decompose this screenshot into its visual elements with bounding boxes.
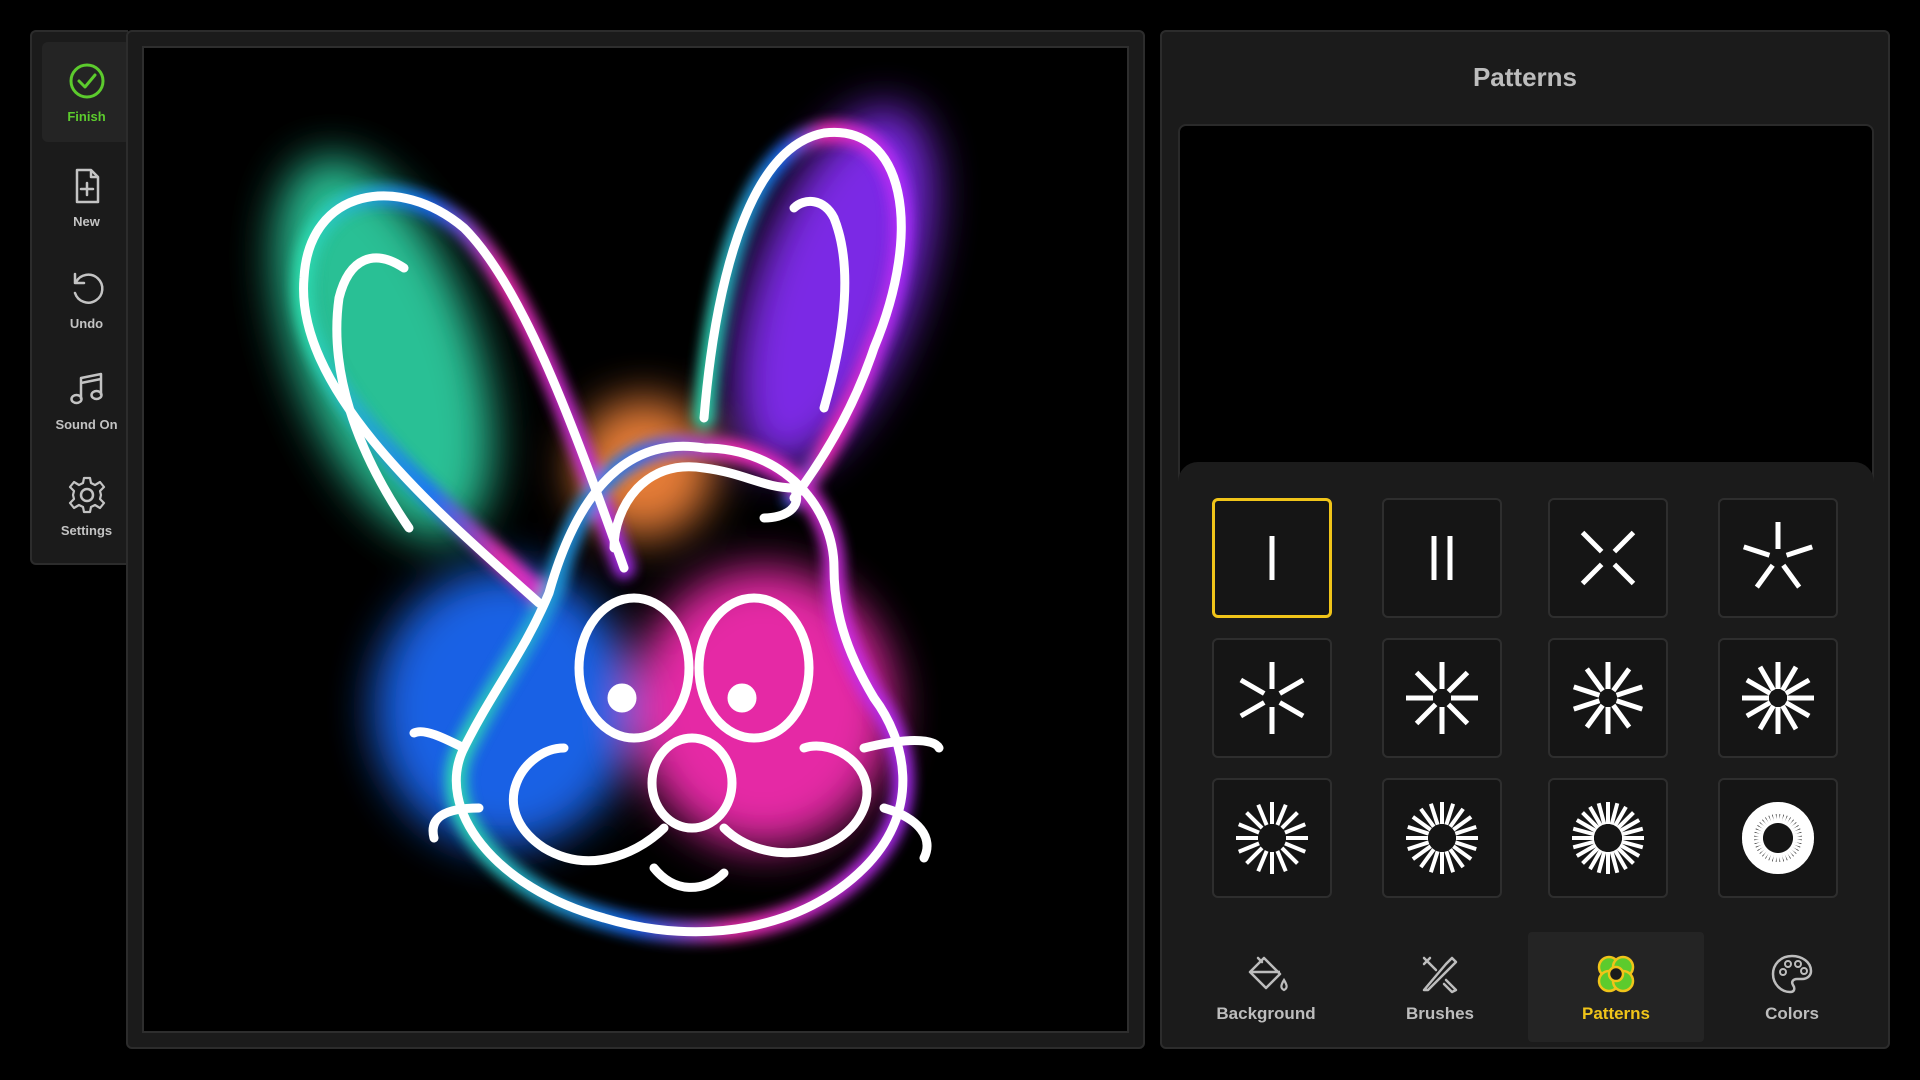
pattern-40-rays[interactable] xyxy=(1718,778,1838,898)
pattern-ray xyxy=(1580,530,1604,554)
undo-button[interactable]: Undo xyxy=(42,249,131,349)
pattern-sheet xyxy=(1178,462,1874,944)
new-label: New xyxy=(73,213,100,229)
pattern-ray xyxy=(1611,703,1632,729)
pattern-4-rays[interactable] xyxy=(1548,498,1668,618)
tab-patterns-label: Patterns xyxy=(1581,1004,1651,1023)
pattern-ray xyxy=(1280,846,1299,865)
tab-background[interactable]: Background xyxy=(1178,932,1354,1042)
settings-button[interactable]: Settings xyxy=(42,456,131,556)
pattern-ray xyxy=(1256,803,1269,826)
pattern-ray xyxy=(1275,803,1288,826)
tab-colors[interactable]: Colors xyxy=(1704,932,1880,1042)
pattern-40-rays-icon xyxy=(1742,802,1814,874)
tab-patterns[interactable]: Patterns xyxy=(1528,932,1704,1042)
pattern-ray xyxy=(1245,846,1264,865)
tab-brushes[interactable]: Brushes xyxy=(1352,932,1528,1042)
pattern-10-rays-icon xyxy=(1572,662,1644,734)
pattern-ray xyxy=(1239,677,1266,696)
pattern-ray xyxy=(1615,684,1644,698)
pattern-5-rays-icon xyxy=(1742,522,1814,589)
canvas-frame xyxy=(126,30,1145,1049)
neon-rabbit-drawing xyxy=(275,107,944,943)
pattern-ray xyxy=(1572,684,1601,698)
pattern-ray xyxy=(1239,700,1266,719)
pattern-ray xyxy=(1278,677,1305,696)
pattern-16-rays[interactable] xyxy=(1212,778,1332,898)
pattern-ray xyxy=(1446,702,1470,726)
pattern-10-rays[interactable] xyxy=(1548,638,1668,758)
pattern-6-rays[interactable] xyxy=(1212,638,1332,758)
pattern-12-rays-icon xyxy=(1742,662,1814,734)
pattern-12-rays[interactable] xyxy=(1718,638,1838,758)
flower-pattern-icon xyxy=(1597,955,1635,993)
pattern-ray xyxy=(1280,811,1299,830)
finish-label: Finish xyxy=(67,108,106,124)
music-note-icon xyxy=(69,372,103,404)
brushes-icon xyxy=(1422,956,1458,994)
gear-icon xyxy=(68,476,105,513)
pattern-ray xyxy=(1275,850,1288,873)
sound-toggle-button[interactable]: Sound On xyxy=(42,350,131,450)
pattern-ray xyxy=(1414,702,1438,726)
tab-colors-label: Colors xyxy=(1765,1004,1819,1023)
pattern-8-rays[interactable] xyxy=(1382,638,1502,758)
pattern-ray xyxy=(1237,822,1260,835)
pattern-2-rays-icon xyxy=(1431,536,1453,580)
tab-background-label: Background xyxy=(1216,1004,1316,1023)
pattern-ray xyxy=(1584,703,1605,729)
pattern-ray xyxy=(1612,530,1636,554)
pattern-ray xyxy=(1284,822,1307,835)
pattern-24-rays[interactable] xyxy=(1548,778,1668,898)
pattern-20-rays[interactable] xyxy=(1382,778,1502,898)
pattern-ray xyxy=(1256,850,1269,873)
pattern-ray xyxy=(1611,667,1632,693)
pattern-4-rays-icon xyxy=(1580,530,1636,586)
pattern-ray xyxy=(1580,562,1604,586)
pattern-20-rays-icon xyxy=(1406,802,1478,874)
undo-icon xyxy=(73,272,104,304)
tab-brushes-label: Brushes xyxy=(1405,1004,1475,1023)
panel-title: Patterns xyxy=(1472,62,1578,92)
drawing-canvas[interactable] xyxy=(142,46,1129,1033)
pattern-6-rays-icon xyxy=(1239,662,1305,734)
bottom-tabbar: Background Brushes Patterns Colors xyxy=(1178,932,1874,1044)
pattern-16-rays-icon xyxy=(1236,802,1308,874)
pattern-5-rays[interactable] xyxy=(1718,498,1838,618)
left-toolbar: Finish New Undo Sound On Settings xyxy=(30,30,131,565)
check-circle-icon xyxy=(69,63,104,98)
pattern-1-ray[interactable] xyxy=(1212,498,1332,618)
pattern-ray xyxy=(1278,700,1305,719)
pattern-ray xyxy=(1781,563,1802,589)
paint-bucket-icon xyxy=(1248,956,1288,992)
pattern-ray xyxy=(1572,698,1601,712)
sound-label: Sound On xyxy=(55,416,118,432)
new-button[interactable]: New xyxy=(42,147,131,247)
pattern-ray xyxy=(1414,670,1438,694)
new-file-icon xyxy=(75,168,99,203)
pattern-2-rays[interactable] xyxy=(1382,498,1502,618)
pattern-ray xyxy=(1612,562,1636,586)
pattern-ray xyxy=(1742,544,1771,558)
finish-button[interactable]: Finish xyxy=(42,42,131,142)
pattern-24-rays-icon xyxy=(1572,802,1644,874)
palette-icon xyxy=(1771,954,1813,994)
pattern-ray xyxy=(1754,563,1775,589)
settings-label: Settings xyxy=(60,522,113,538)
pattern-ray xyxy=(1284,841,1307,854)
pattern-ray xyxy=(1785,544,1814,558)
pattern-ray xyxy=(1446,670,1470,694)
pattern-ray xyxy=(1245,811,1264,830)
patterns-panel: Patterns Background Brushes Patterns Col… xyxy=(1160,30,1890,1049)
pattern-ray xyxy=(1615,698,1644,712)
undo-label: Undo xyxy=(69,315,104,331)
pattern-1-ray-icon xyxy=(1269,536,1275,580)
pattern-ray xyxy=(1584,667,1605,693)
pattern-8-rays-icon xyxy=(1406,662,1478,734)
pattern-ray xyxy=(1237,841,1260,854)
